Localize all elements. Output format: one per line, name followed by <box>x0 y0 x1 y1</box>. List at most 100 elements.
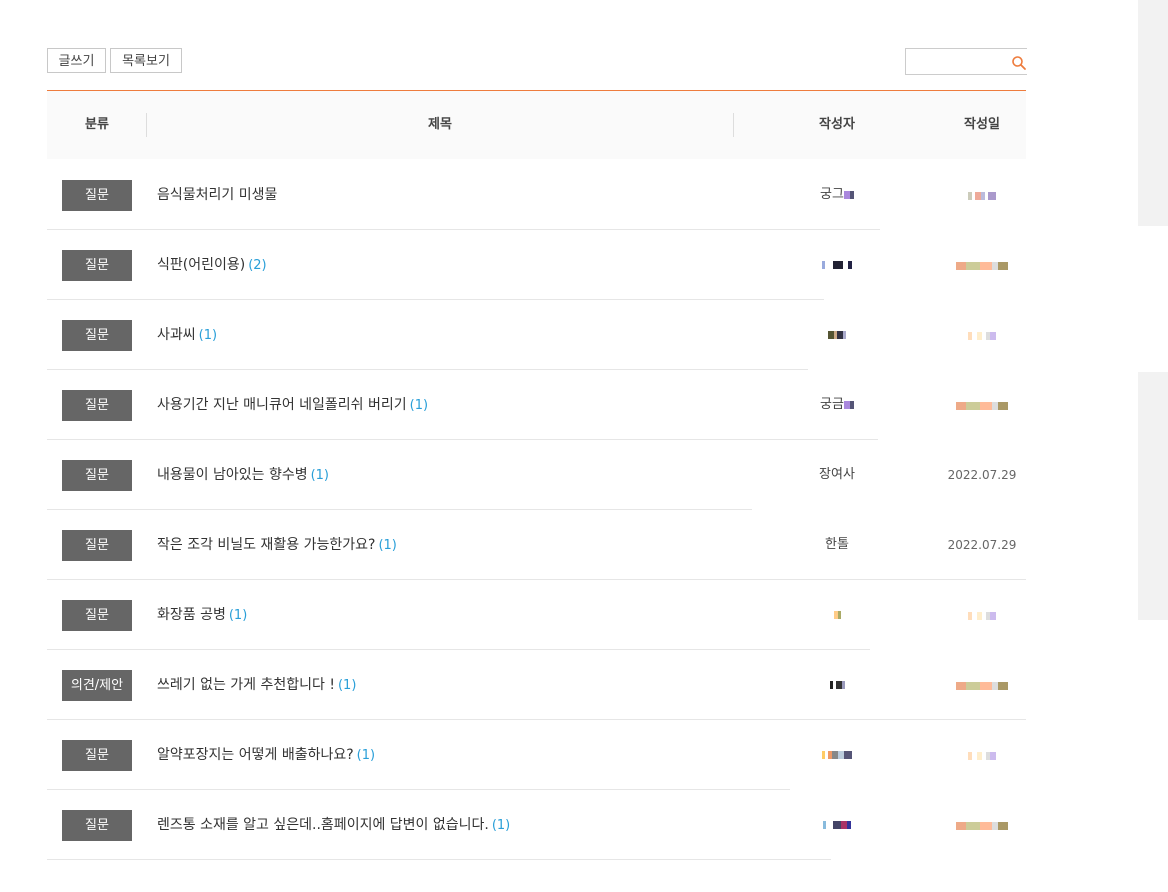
redacted-author <box>822 750 852 759</box>
comment-count: (1) <box>228 608 248 623</box>
row-divider <box>47 859 831 860</box>
redacted-author-mark <box>843 400 854 409</box>
redacted-date <box>956 261 1008 270</box>
post-title-text: 내용물이 남아있는 향수병 <box>157 467 308 483</box>
post-title-text: 렌즈통 소재를 알고 싶은데..홈페이지에 답변이 없습니다. <box>157 817 489 833</box>
post-title-text: 사과씨 <box>157 327 196 343</box>
post-title-text: 사용기간 지난 매니큐어 네일폴리쉬 버리기 <box>157 397 407 413</box>
comment-count: (1) <box>310 468 330 483</box>
category-badge: 질문 <box>62 530 132 561</box>
table-row[interactable]: 질문 사용기간 지난 매니큐어 네일폴리쉬 버리기 (1) 궁금 <box>47 370 1026 440</box>
redacted-date <box>968 331 996 340</box>
post-title-text: 화장품 공병 <box>157 607 226 623</box>
write-button[interactable]: 글쓰기 <box>47 48 106 73</box>
header-category: 분류 <box>85 117 109 132</box>
comment-count: (1) <box>491 818 511 833</box>
table-row[interactable]: 질문 알약포장지는 어떻게 배출하나요? (1) <box>47 720 1026 790</box>
category-badge: 질문 <box>62 250 132 281</box>
post-date <box>932 650 1032 720</box>
post-title-text: 알약포장지는 어떻게 배출하나요? <box>157 747 354 763</box>
table-row[interactable]: 의견/제안 쓰레기 없는 가게 추천합니다 ! (1) <box>47 650 1026 720</box>
post-title-link[interactable]: 식판(어린이용) (2) <box>157 230 267 300</box>
post-date <box>932 790 1032 860</box>
post-author: 궁그 <box>787 160 887 230</box>
post-title-link[interactable]: 내용물이 남아있는 향수병 (1) <box>157 440 329 510</box>
category-badge: 의견/제안 <box>62 670 132 701</box>
post-date <box>932 300 1032 370</box>
author-name: 장여사 <box>819 467 855 482</box>
redacted-date <box>968 611 996 620</box>
post-title-link[interactable]: 음식물처리기 미생물 <box>157 160 280 230</box>
table-row[interactable]: 질문 사과씨 (1) <box>47 300 1026 370</box>
table-row[interactable]: 질문 작은 조각 비닐도 재활용 가능한가요? (1) 한톨 2022.07.29 <box>47 510 1026 580</box>
category-badge: 질문 <box>62 180 132 211</box>
search-icon[interactable] <box>1011 55 1027 71</box>
post-date: 2022.07.29 <box>932 440 1032 510</box>
comment-count: (1) <box>409 398 429 413</box>
post-date <box>932 230 1032 300</box>
post-author: 한톨 <box>787 510 887 580</box>
post-date <box>932 720 1032 790</box>
post-title-text: 쓰레기 없는 가게 추천합니다 ! <box>157 677 335 693</box>
table-row[interactable]: 질문 내용물이 남아있는 향수병 (1) 장여사 2022.07.29 <box>47 440 1026 510</box>
author-name: 한톨 <box>825 537 849 552</box>
redacted-author-mark <box>843 190 854 199</box>
list-view-button[interactable]: 목록보기 <box>110 48 182 73</box>
table-row[interactable]: 질문 음식물처리기 미생물 궁그 <box>47 160 1026 230</box>
post-title-link[interactable]: 렌즈통 소재를 알고 싶은데..홈페이지에 답변이 없습니다. (1) <box>157 790 510 860</box>
date-text: 2022.07.29 <box>947 538 1017 552</box>
header-divider <box>733 113 734 137</box>
post-author <box>787 650 887 720</box>
redacted-date <box>968 191 996 200</box>
post-author <box>787 300 887 370</box>
redacted-author <box>833 610 841 619</box>
comment-count: (1) <box>378 538 397 553</box>
redacted-author <box>829 680 845 689</box>
post-date <box>932 370 1032 440</box>
post-author <box>787 790 887 860</box>
redacted-date <box>956 401 1008 410</box>
comment-count: (1) <box>337 678 357 693</box>
redacted-author <box>828 330 846 339</box>
post-date <box>932 580 1032 650</box>
post-title-link[interactable]: 알약포장지는 어떻게 배출하나요? (1) <box>157 720 375 790</box>
post-title-text: 음식물처리기 미생물 <box>157 187 278 203</box>
header-author: 작성자 <box>819 117 855 132</box>
search-box <box>905 48 1027 75</box>
category-badge: 질문 <box>62 320 132 351</box>
table-row[interactable]: 질문 식판(어린이용) (2) <box>47 230 1026 300</box>
redacted-author <box>822 260 852 269</box>
table-row[interactable]: 질문 화장품 공병 (1) <box>47 580 1026 650</box>
post-title-link[interactable]: 사과씨 (1) <box>157 300 217 370</box>
category-badge: 질문 <box>62 390 132 421</box>
post-title-text: 작은 조각 비닐도 재활용 가능한가요? <box>157 537 376 553</box>
header-date: 작성일 <box>964 117 1000 132</box>
post-date <box>932 160 1032 230</box>
post-title-link[interactable]: 화장품 공병 (1) <box>157 580 247 650</box>
header-title: 제목 <box>428 117 452 132</box>
category-badge: 질문 <box>62 600 132 631</box>
post-title-link[interactable]: 사용기간 지난 매니큐어 네일폴리쉬 버리기 (1) <box>157 370 428 440</box>
post-title-text: 식판(어린이용) <box>157 257 246 273</box>
comment-count: (2) <box>248 258 267 273</box>
redacted-date <box>968 751 996 760</box>
table-row[interactable]: 질문 렌즈통 소재를 알고 싶은데..홈페이지에 답변이 없습니다. (1) <box>47 790 1026 860</box>
search-input[interactable] <box>906 49 1002 74</box>
redacted-date <box>956 821 1008 830</box>
post-author: 장여사 <box>787 440 887 510</box>
post-list: 질문 음식물처리기 미생물 궁그 질문 식판(어린이용) (2) 질문 사과씨 (1) 질문 사용기… <box>47 160 1026 860</box>
post-title-link[interactable]: 쓰레기 없는 가게 추천합니다 ! (1) <box>157 650 356 720</box>
right-edge-strip <box>1138 0 1168 878</box>
post-author <box>787 580 887 650</box>
author-name: 궁그 <box>820 187 844 202</box>
post-author <box>787 720 887 790</box>
category-badge: 질문 <box>62 810 132 841</box>
comment-count: (1) <box>198 328 218 343</box>
post-title-link[interactable]: 작은 조각 비닐도 재활용 가능한가요? (1) <box>157 510 397 580</box>
post-author <box>787 230 887 300</box>
redacted-date <box>956 681 1008 690</box>
post-date: 2022.07.29 <box>932 510 1032 580</box>
board-toolbar: 글쓰기 목록보기 <box>47 48 1027 75</box>
redacted-author <box>823 820 851 829</box>
author-name: 궁금 <box>820 397 844 412</box>
